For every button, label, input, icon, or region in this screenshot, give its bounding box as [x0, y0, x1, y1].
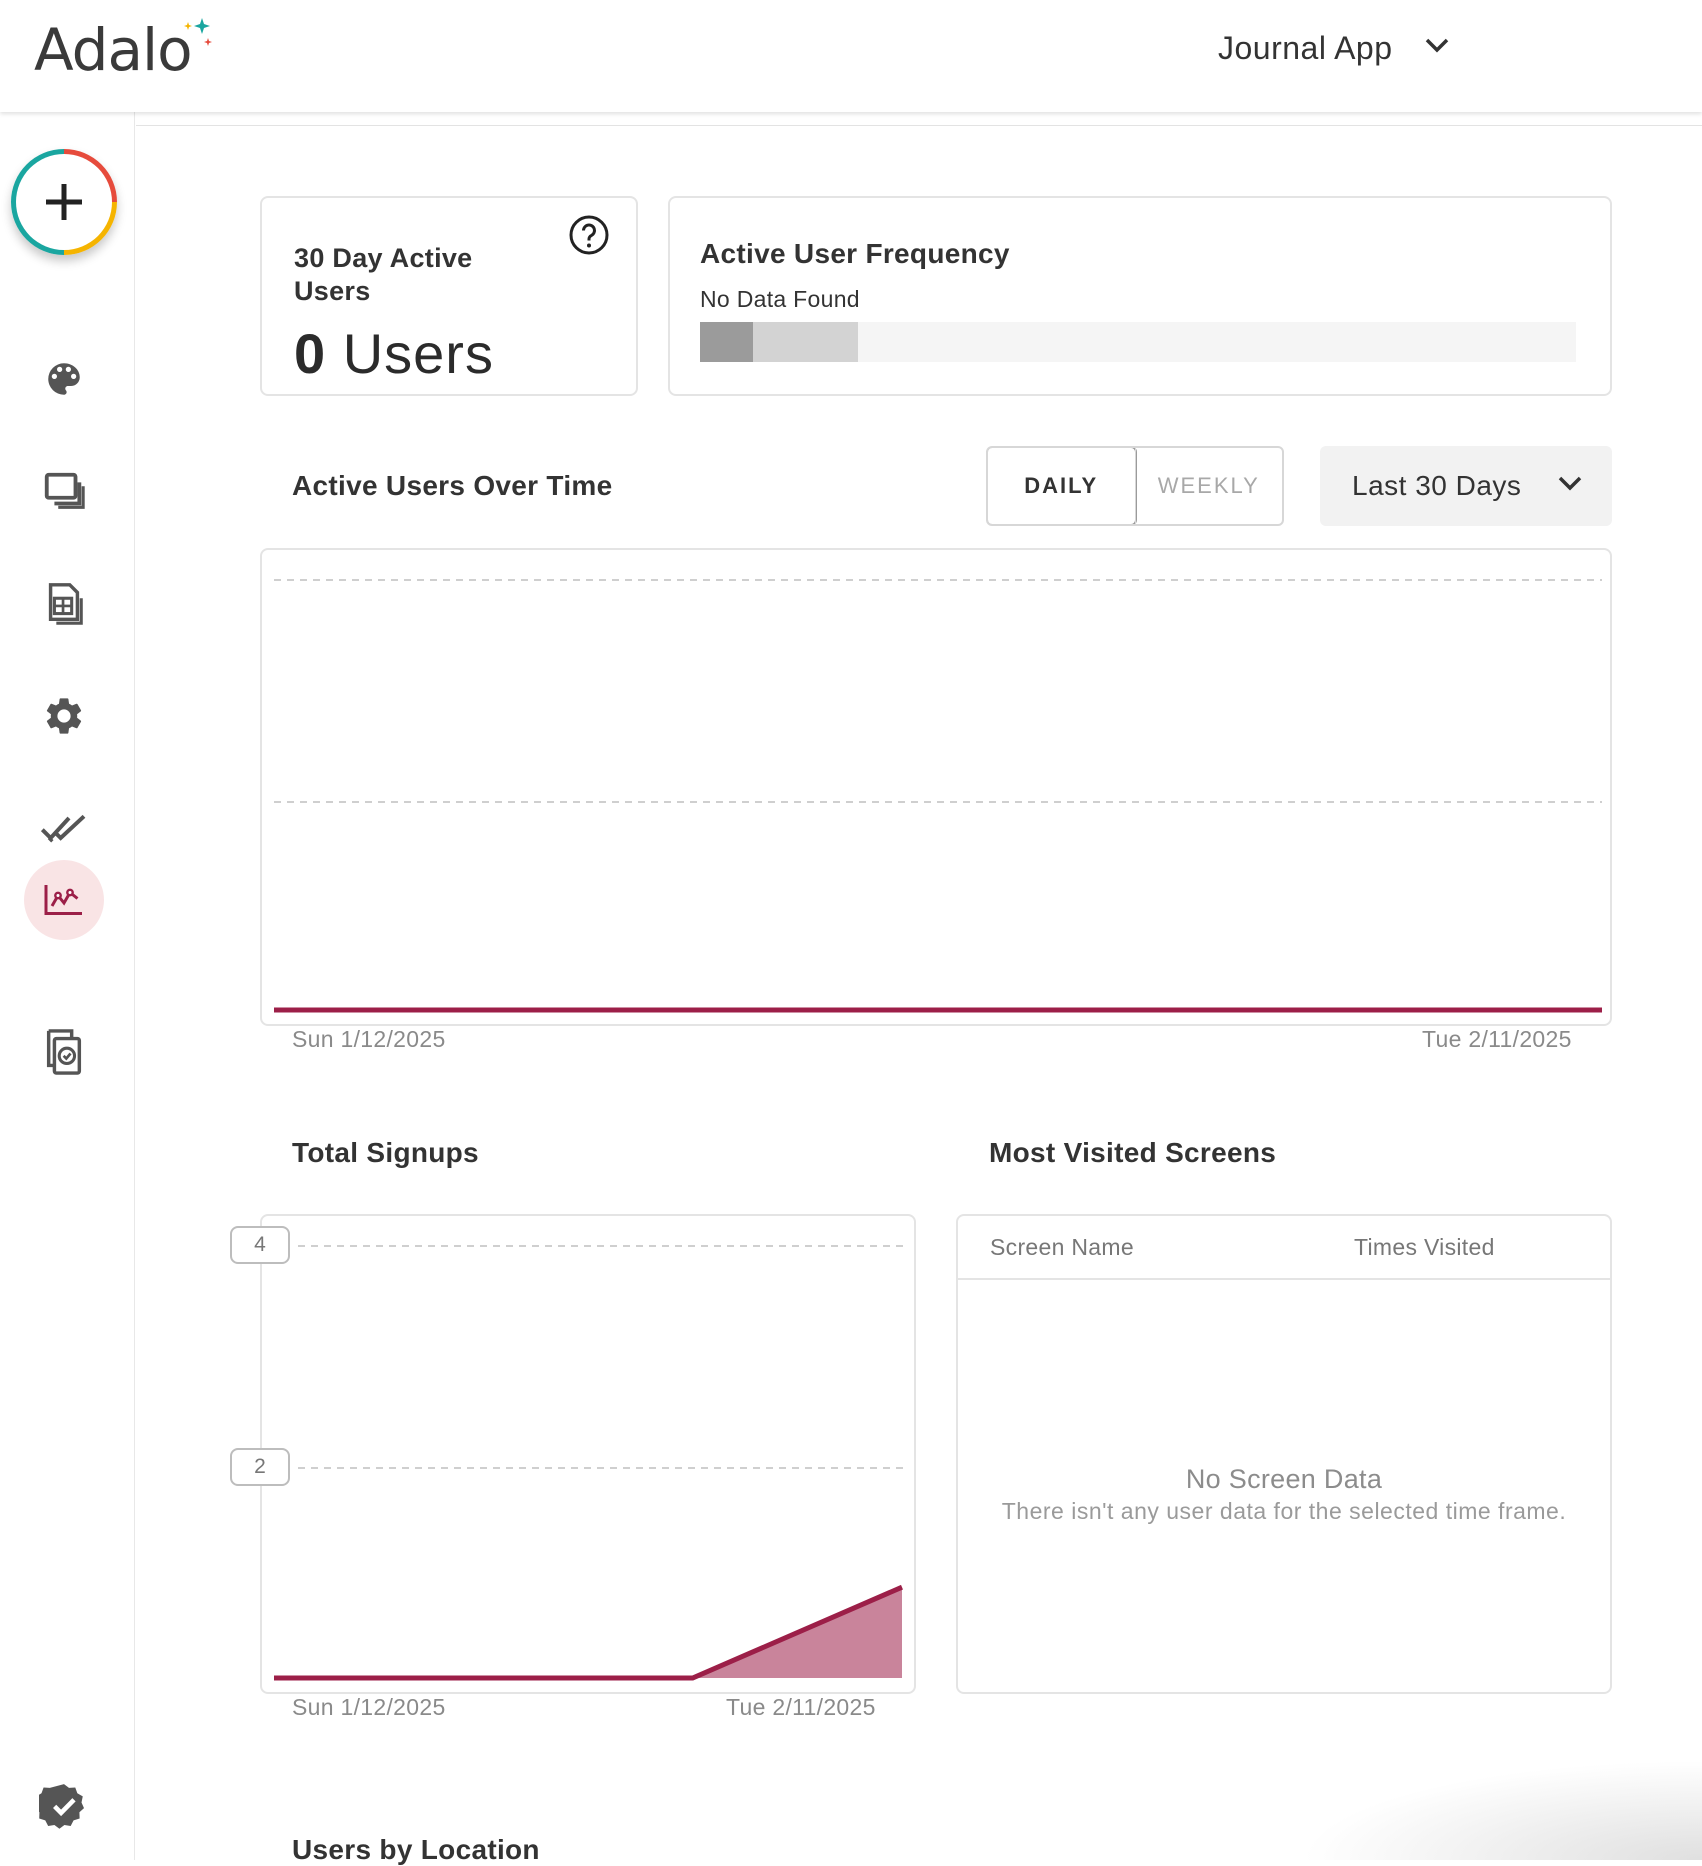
database-icon — [48, 583, 83, 625]
active-over-time-title: Active Users Over Time — [292, 470, 613, 501]
frequency-title: Active User Frequency — [700, 238, 1010, 269]
chevron-down-icon — [1558, 476, 1582, 491]
chevron-down-icon — [1423, 36, 1451, 61]
interval-toggle: DAILY WEEKLY — [986, 446, 1284, 526]
most-visited-table: Screen Name Times Visited No Screen Data… — [956, 1214, 1612, 1694]
sidebar-item-publish[interactable] — [24, 788, 104, 868]
total-signups-plot — [274, 1245, 906, 1681]
main-divider — [136, 112, 1702, 126]
column-screen-name[interactable]: Screen Name — [990, 1234, 1134, 1261]
frequency-segment — [700, 322, 753, 362]
active-users-unit: Users — [342, 322, 494, 385]
sidebar-item-screens[interactable] — [24, 452, 104, 532]
x-axis-start-label: Sun 1/12/2025 — [292, 1026, 446, 1052]
frequency-bar — [700, 322, 1576, 362]
active-users-value: 0 Users — [294, 322, 494, 386]
versions-icon — [46, 1029, 82, 1075]
sidebar-item-branding[interactable] — [24, 339, 104, 419]
most-visited-title: Most Visited Screens — [989, 1137, 1277, 1168]
analytics-icon — [44, 885, 82, 915]
weekly-toggle[interactable]: WEEKLY — [1134, 448, 1283, 524]
add-button[interactable] — [11, 149, 117, 255]
date-range-label: Last 30 Days — [1352, 470, 1522, 501]
sidebar-item-database[interactable] — [24, 564, 104, 644]
active-over-time-plot — [274, 579, 1602, 1013]
y-tick-label: 4 — [230, 1226, 290, 1264]
sidebar-item-analytics[interactable] — [24, 860, 104, 940]
app-switcher[interactable]: Journal App — [1218, 26, 1451, 70]
sidebar-item-versions[interactable] — [24, 1012, 104, 1092]
column-times-visited[interactable]: Times Visited — [1354, 1234, 1495, 1261]
x-axis-end-label: Tue 2/11/2025 — [1422, 1026, 1572, 1052]
palette-icon — [48, 363, 80, 395]
screens-icon — [44, 472, 85, 509]
y-tick-label: 2 — [230, 1448, 290, 1486]
sidebar-item-settings[interactable] — [24, 676, 104, 756]
scroll-shadow — [1300, 1760, 1702, 1860]
frequency-status: No Data Found — [700, 286, 860, 312]
total-signups-chart — [260, 1214, 916, 1694]
daily-toggle[interactable]: DAILY — [988, 448, 1137, 524]
sparkle-icon — [180, 16, 214, 54]
active-users-card: 30 Day Active Users 0 Users — [260, 196, 638, 396]
sidebar — [0, 112, 135, 1860]
adalo-logo[interactable]: Adalo — [34, 16, 212, 84]
frequency-segment — [753, 322, 858, 362]
x-axis-end-label: Tue 2/11/2025 — [726, 1694, 876, 1720]
verified-badge-icon — [39, 1784, 84, 1829]
active-users-title: 30 Day Active Users — [294, 243, 473, 306]
empty-state-title: No Screen Data — [1185, 1464, 1383, 1494]
app-name: Journal App — [1218, 29, 1393, 66]
double-check-icon — [40, 814, 86, 843]
plus-icon — [16, 154, 112, 250]
total-signups-title: Total Signups — [292, 1137, 479, 1168]
series-area — [274, 1587, 902, 1678]
gear-icon — [46, 698, 82, 734]
top-bar: Adalo Journal App — [0, 0, 1702, 112]
sidebar-item-status[interactable] — [24, 1766, 104, 1846]
users-by-location-title: Users by Location — [292, 1834, 540, 1865]
frequency-card: Active User Frequency No Data Found — [668, 196, 1612, 396]
active-users-count: 0 — [294, 322, 327, 385]
active-over-time-chart — [260, 548, 1612, 1026]
table-header: Screen Name Times Visited — [958, 1216, 1610, 1280]
logo-text: Adalo — [34, 16, 193, 84]
help-icon[interactable] — [568, 214, 610, 256]
x-axis-start-label: Sun 1/12/2025 — [292, 1694, 446, 1720]
date-range-select[interactable]: Last 30 Days — [1320, 446, 1612, 526]
empty-state-message: There isn't any user data for the select… — [1001, 1498, 1567, 1524]
